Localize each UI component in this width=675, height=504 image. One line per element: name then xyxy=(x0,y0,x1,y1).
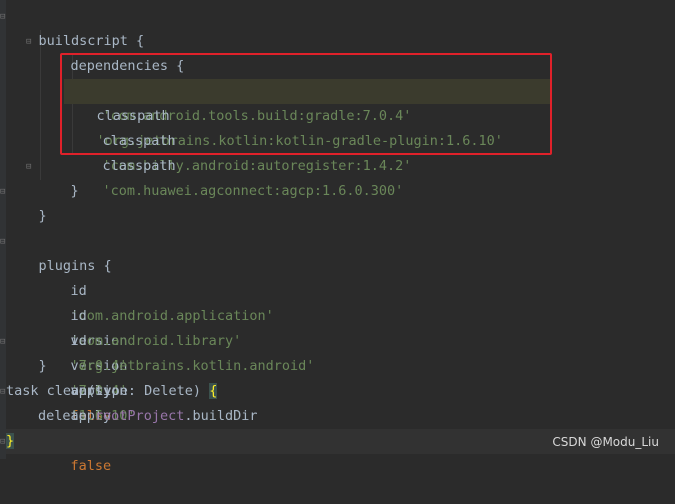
code-text: task clean(type: Delete) xyxy=(6,383,210,399)
code-keyword: delete xyxy=(38,408,87,424)
code-line: id 'com.android.library' version '7.0.4'… xyxy=(6,279,675,449)
matched-brace: } xyxy=(6,433,15,449)
code-line: plugins { xyxy=(6,229,675,274)
code-line: } xyxy=(6,329,675,374)
highlight-box xyxy=(60,53,552,155)
code-line: dependencies { xyxy=(6,29,675,74)
code-string: 'org.jetbrains.kotlin.android' xyxy=(70,358,315,374)
code-object: rootProject xyxy=(94,408,185,424)
code-line: } xyxy=(6,179,675,224)
code-text: } xyxy=(38,358,47,374)
matched-brace: { xyxy=(209,383,218,399)
code-line: id 'com.android.application' version '7.… xyxy=(6,254,675,424)
code-line: id 'org.jetbrains.kotlin.android' versio… xyxy=(6,304,675,474)
code-line: } xyxy=(6,154,675,199)
code-editor[interactable]: ⊟ ⊟ ⊟ ⊟ ⊟ ⊟ ⊟ ⊟ buildscript { dependenci… xyxy=(0,0,675,474)
code-line: buildscript { xyxy=(6,4,675,49)
code-line: task clean(type: Delete) { xyxy=(6,379,675,404)
code-text: } xyxy=(38,208,47,224)
watermark: CSDN @Modu_Liu xyxy=(552,435,659,449)
code-boolean: false xyxy=(70,458,112,474)
code-property: .buildDir xyxy=(184,408,258,424)
code-line: delete rootProject.buildDir xyxy=(6,404,675,429)
